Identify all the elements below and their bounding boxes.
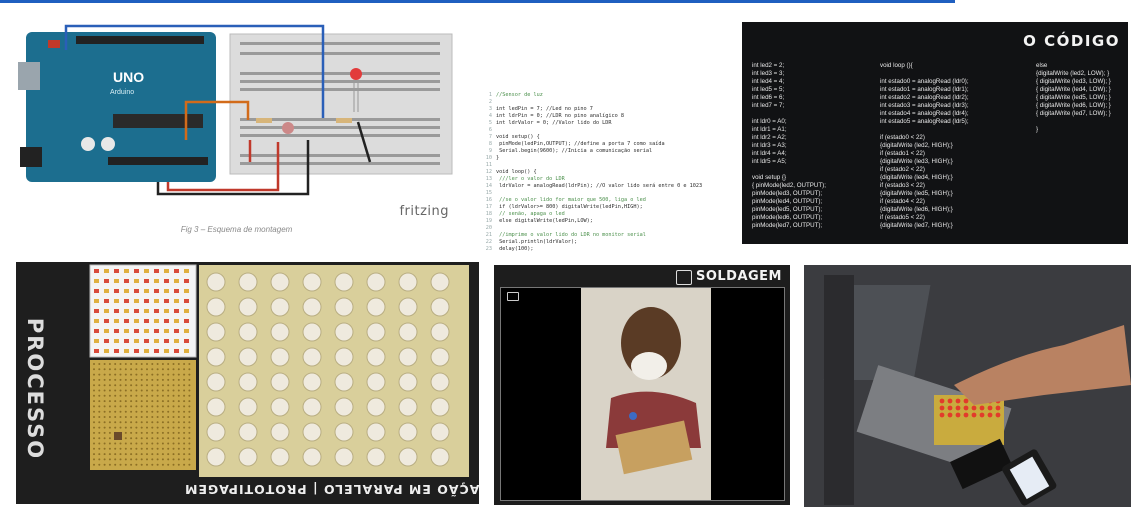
code-line: 18 // senão, apaga o led (478, 211, 728, 218)
board-brand: Arduino (110, 89, 134, 96)
code-line: 11 (478, 162, 728, 169)
code-line: 10} (478, 155, 728, 162)
code-line-text: int ldrValor = 0; //Valor lido do LDR (496, 120, 612, 126)
processo-footer: LIGAÇÃO EM PARALELO | PROTOTIPAGEM (184, 482, 479, 497)
fritzing-diagram: UNO Arduino (18, 24, 453, 196)
code-line: 1 //Sensor de luz (478, 92, 728, 99)
code-line-number: 13 (485, 176, 492, 182)
code-line: 7 void setup() { (478, 134, 728, 141)
code-line: 23 delay(100); (478, 246, 728, 252)
o-codigo-tile: O CÓDIGO int led2 = 2; int led3 = 3; int… (742, 22, 1128, 244)
code-line: 13 ///ler o valor do LDR (478, 176, 728, 183)
code-line-text: //Sensor de luz (496, 92, 543, 98)
codigo-column-else: else {digitalWrite (led2, LOW); } { digi… (1036, 62, 1111, 133)
code-line-text: int ledPin = 7; //Led no pino 7 (496, 106, 593, 112)
code-line: 12 void loop() { (478, 169, 728, 176)
code-line: 15 (478, 190, 728, 197)
processo-tile: PROCESSO LIGAÇÃO EM PARALELO | PROTOTIPA… (16, 262, 479, 504)
code-line-number: 17 (485, 204, 492, 210)
codigo-column-loop: void loop (){ int estado0 = analogRead (… (880, 62, 969, 229)
code-line: 17 if (ldrValor>= 800) digitalWrite(ledP… (478, 204, 728, 211)
code-line-text: if (ldrValor>= 800) digitalWrite(ledPin,… (496, 204, 643, 210)
o-codigo-title: O CÓDIGO (1023, 32, 1120, 50)
code-line-text: Serial.println(ldrValor); (496, 239, 578, 245)
code-line-number: 22 (485, 239, 492, 245)
code-line-text: // senão, apaga o led (496, 211, 565, 217)
code-line: 14 ldrValor = analogRead(ldrPin); //O va… (478, 183, 728, 190)
code-line: 8 pinMode(ledPin,OUTPUT); //define a por… (478, 141, 728, 148)
code-line-number: 3 (488, 106, 492, 112)
code-line-text: //se o valor lido for maior que 500, lig… (496, 197, 646, 203)
code-line-number: 6 (488, 127, 492, 133)
camera-icon (676, 270, 692, 285)
code-line-text: void setup() { (496, 134, 540, 140)
code-line-number: 21 (485, 232, 492, 238)
code-lines: 1 //Sensor de luz 2 3 int ledPin = 7; //Led … (478, 92, 728, 252)
code-line-number: 14 (485, 183, 492, 189)
code-line: 6 (478, 127, 728, 134)
code-line: 5 int ldrValor = 0; //Valor lido do LDR (478, 120, 728, 127)
top-accent-bar (0, 0, 955, 3)
code-line: 3 int ledPin = 7; //Led no pino 7 (478, 106, 728, 113)
code-line-text: ///ler o valor do LDR (496, 176, 565, 182)
code-line-number: 11 (485, 162, 492, 168)
soldagem-tile: SOLDAGEM (494, 265, 790, 505)
code-line-text: pinMode(ledPin,OUTPUT); //define a porta… (496, 141, 665, 147)
fritzing-schematic-tile: UNO Arduino fritzing Fig 3 – Esquema de … (18, 22, 455, 244)
code-line-number: 4 (488, 113, 492, 119)
code-line-number: 2 (488, 99, 492, 105)
classroom-photo (804, 265, 1131, 507)
code-line-text: //imprime o valor lido do LDR no monitor… (496, 232, 646, 238)
fritzing-logo: fritzing (399, 204, 449, 219)
code-line: 22 Serial.println(ldrValor); (478, 239, 728, 246)
code-line: 20 (478, 225, 728, 232)
classroom-photo-tile (804, 265, 1131, 507)
codigo-column-declarations: int led2 = 2; int led3 = 3; int led4 = 4… (752, 62, 826, 229)
code-listing-tile: 1 //Sensor de luz 2 3 int ledPin = 7; //Led … (478, 92, 728, 252)
code-line-number: 18 (485, 211, 492, 217)
code-line-number: 7 (488, 134, 492, 140)
code-line: 19 else digitalWrite(ledPin,LOW); (478, 218, 728, 225)
code-line: 9 Serial.begin(9600); //Inicia a comunic… (478, 148, 728, 155)
code-line: 2 (478, 99, 728, 106)
board-label: UNO (113, 69, 144, 85)
code-line-text: ldrValor = analogRead(ldrPin); //O valor… (496, 183, 703, 189)
code-line-number: 19 (485, 218, 492, 224)
code-line-text: Serial.begin(9600); //Inicia a comunicaç… (496, 148, 653, 154)
soldering-photo (581, 288, 711, 500)
code-line-text: else digitalWrite(ledPin,LOW); (496, 218, 593, 224)
code-line-text: delay(100); (496, 246, 534, 252)
video-frame (500, 287, 785, 501)
code-line-number: 10 (485, 155, 492, 161)
code-line-number: 5 (488, 120, 492, 126)
code-line-number: 12 (485, 169, 492, 175)
code-line-number: 16 (485, 197, 492, 203)
code-line: 16 //se o valor lido for maior que 500, … (478, 197, 728, 204)
code-line-number: 9 (488, 148, 492, 154)
soldagem-title: SOLDAGEM (695, 269, 782, 284)
code-line-text: void loop() { (496, 169, 537, 175)
code-line-text: } (496, 155, 500, 161)
code-line-number: 15 (485, 190, 492, 196)
code-line-number: 8 (488, 141, 492, 147)
code-line: 21 //imprime o valor lido do LDR no moni… (478, 232, 728, 239)
code-line-number: 1 (488, 92, 492, 98)
code-line-number: 23 (485, 246, 492, 252)
code-line: 4 int ldrPin = 0; //LDR no pino analígico… (478, 113, 728, 120)
code-line-number: 20 (485, 225, 492, 231)
figure-caption: Fig 3 – Esquema de montagem (180, 225, 293, 234)
code-line-text: int ldrPin = 0; //LDR no pino analígico … (496, 113, 625, 119)
led-matrix-photos (89, 264, 469, 477)
